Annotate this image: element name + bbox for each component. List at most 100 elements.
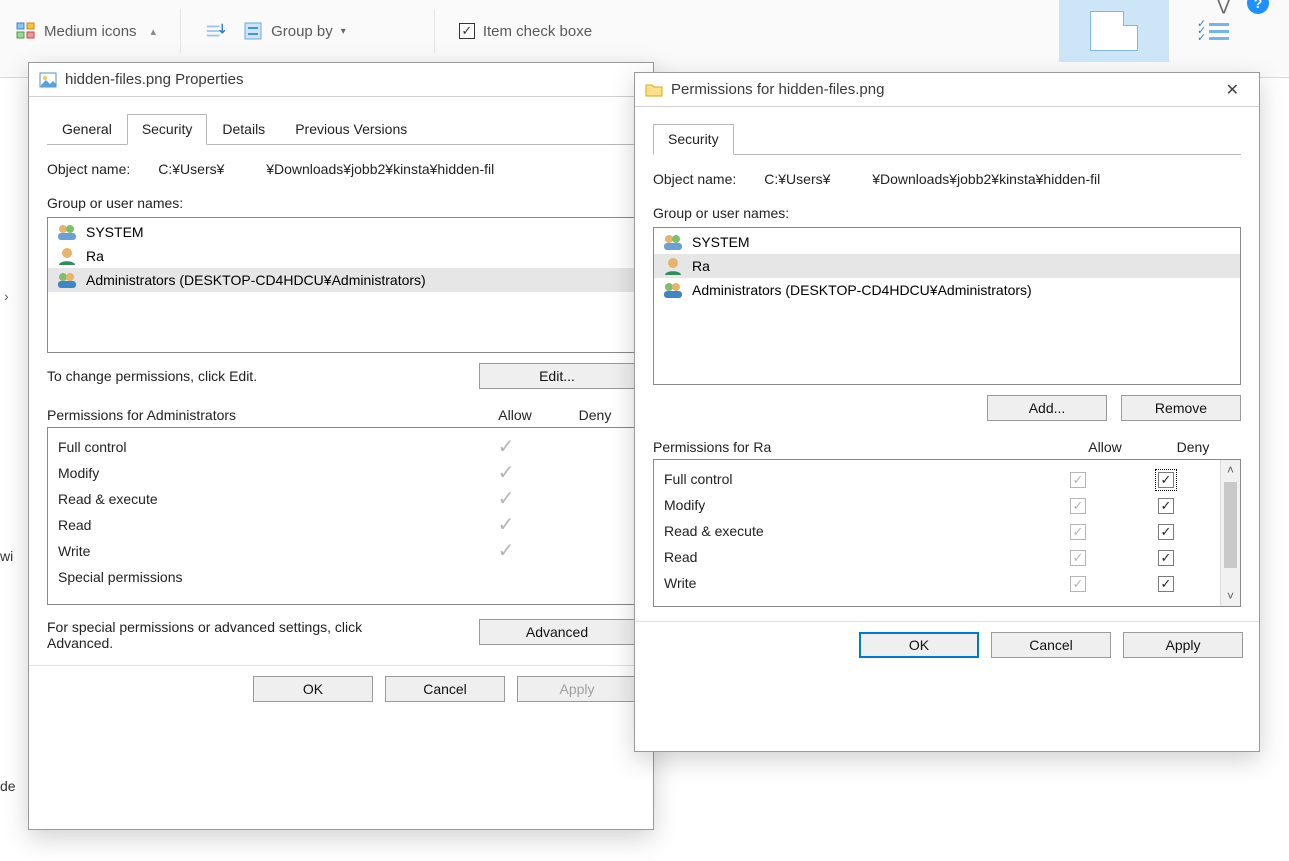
- apply-button[interactable]: Apply: [1123, 632, 1243, 658]
- permission-row: Write✓: [58, 538, 626, 564]
- scroll-up-icon[interactable]: ˄: [1221, 460, 1240, 480]
- image-file-icon: [39, 71, 57, 89]
- permission-row: Special permissions: [58, 564, 626, 590]
- cancel-button[interactable]: Cancel: [385, 676, 505, 702]
- permission-name: Write: [58, 543, 466, 559]
- cancel-button[interactable]: Cancel: [991, 632, 1111, 658]
- allow-checkbox[interactable]: [1070, 524, 1086, 540]
- object-name-label: Object name:: [653, 171, 736, 187]
- group-users-list[interactable]: SYSTEM Ra Administrators (DESKTOP-CD4HDCU¥…: [653, 227, 1241, 385]
- permission-name: Full control: [664, 471, 1038, 487]
- sortby-control[interactable]: [205, 22, 225, 40]
- user-name: Administrators (DESKTOP-CD4HDCU¥Administ…: [86, 272, 426, 288]
- permission-name: Modify: [664, 497, 1038, 513]
- user-list-item[interactable]: Ra: [654, 254, 1240, 278]
- permission-row: Full control: [664, 466, 1214, 492]
- allow-column-label: Allow: [1065, 439, 1145, 455]
- dropdown-up-icon[interactable]: ▴: [145, 25, 157, 38]
- user-list-item[interactable]: Administrators (DESKTOP-CD4HDCU¥Administ…: [654, 278, 1240, 302]
- partial-text: de: [0, 778, 16, 794]
- allow-column-label: Allow: [475, 407, 555, 423]
- scrollbar[interactable]: ˄ ˅: [1220, 460, 1240, 606]
- deny-checkbox[interactable]: [1158, 524, 1174, 540]
- checkbox-icon[interactable]: [459, 23, 475, 39]
- allow-indicator: ✓: [466, 515, 546, 535]
- permission-name: Modify: [58, 465, 466, 481]
- advanced-button[interactable]: Advanced: [479, 619, 635, 645]
- permission-name: Write: [664, 575, 1038, 591]
- options-control[interactable]: [1199, 19, 1229, 44]
- allow-checkbox[interactable]: [1070, 472, 1086, 488]
- user-list-item[interactable]: SYSTEM: [654, 230, 1240, 254]
- allow-checkbox[interactable]: [1070, 498, 1086, 514]
- scroll-thumb[interactable]: [1224, 482, 1237, 568]
- groupby-control[interactable]: Group by ▾: [243, 22, 346, 40]
- user-list-item[interactable]: SYSTEM: [48, 220, 634, 244]
- permissions-tabs: Security: [653, 123, 1241, 155]
- user-list-item[interactable]: Administrators (DESKTOP-CD4HDCU¥Administ…: [48, 268, 634, 292]
- check-icon: ✓: [498, 514, 515, 536]
- user-name: Ra: [692, 258, 710, 274]
- permission-name: Read & execute: [664, 523, 1038, 539]
- permission-name: Read: [58, 517, 466, 533]
- user-name: SYSTEM: [86, 224, 144, 240]
- sort-icon: [205, 22, 225, 40]
- remove-button[interactable]: Remove: [1121, 395, 1241, 421]
- permission-name: Read & execute: [58, 491, 466, 507]
- permission-name: Full control: [58, 439, 466, 455]
- deny-checkbox[interactable]: [1158, 576, 1174, 592]
- user-list-item[interactable]: Ra: [48, 244, 634, 268]
- object-path: C:¥Users¥ ¥Downloads¥jobb2¥kinsta¥hidden…: [764, 171, 1100, 187]
- permissions-titlebar[interactable]: Permissions for hidden-files.png ✕: [635, 73, 1259, 107]
- user-icon: [56, 271, 78, 289]
- close-icon[interactable]: ✕: [1216, 74, 1249, 106]
- item-checkboxes-toggle[interactable]: Item check boxe: [459, 23, 592, 40]
- permission-row: Modify✓: [58, 460, 626, 486]
- deny-checkbox[interactable]: [1158, 550, 1174, 566]
- permissions-for-label: Permissions for Administrators: [47, 407, 475, 423]
- dropdown-icon[interactable]: ▾: [341, 26, 346, 37]
- permissions-dialog: Permissions for hidden-files.png ✕ Secur…: [634, 72, 1260, 752]
- user-icon: [662, 257, 684, 275]
- group-users-list[interactable]: SYSTEM Ra Administrators (DESKTOP-CD4HDCU¥…: [47, 217, 635, 353]
- explorer-left-gutter: › wi de: [0, 78, 28, 861]
- add-button[interactable]: Add...: [987, 395, 1107, 421]
- breadcrumb-back-icon[interactable]: ›: [4, 288, 9, 304]
- ribbon-hide-selected[interactable]: [1059, 0, 1169, 62]
- deny-checkbox[interactable]: [1158, 498, 1174, 514]
- document-icon: [1090, 11, 1138, 51]
- allow-indicator: ✓: [466, 489, 546, 509]
- tab-previous-versions[interactable]: Previous Versions: [280, 114, 422, 145]
- group-users-label: Group or user names:: [653, 205, 1241, 221]
- tab-security[interactable]: Security: [653, 124, 734, 155]
- ok-button[interactable]: OK: [253, 676, 373, 702]
- user-icon: [662, 281, 684, 299]
- allow-indicator: ✓: [466, 437, 546, 457]
- user-name: Ra: [86, 248, 104, 264]
- tab-security[interactable]: Security: [127, 114, 208, 145]
- tab-general[interactable]: General: [47, 114, 127, 145]
- permission-row: Read ✓: [58, 512, 626, 538]
- deny-checkbox[interactable]: [1158, 472, 1174, 488]
- advanced-hint: For special permissions or advanced sett…: [47, 619, 407, 651]
- window-caption-close-icon: ⋁: [1216, 0, 1231, 15]
- properties-tabs: General Security Details Previous Versio…: [47, 113, 635, 145]
- edit-button[interactable]: Edit...: [479, 363, 635, 389]
- apply-button[interactable]: Apply: [517, 676, 637, 702]
- allow-checkbox[interactable]: [1070, 550, 1086, 566]
- scroll-down-icon[interactable]: ˅: [1221, 586, 1240, 606]
- properties-titlebar[interactable]: hidden-files.png Properties: [29, 63, 653, 97]
- object-path: C:¥Users¥ ¥Downloads¥jobb2¥kinsta¥hidden…: [158, 161, 494, 177]
- permission-name: Read: [664, 549, 1038, 565]
- layout-medium-icons[interactable]: Medium icons ▴: [16, 22, 156, 40]
- ok-button[interactable]: OK: [859, 632, 979, 658]
- groupby-label: Group by: [271, 23, 333, 40]
- permission-row: Modify: [664, 492, 1214, 518]
- permissions-title: Permissions for hidden-files.png: [671, 81, 884, 98]
- tab-details[interactable]: Details: [207, 114, 280, 145]
- properties-footer: OK Cancel Apply: [29, 665, 653, 716]
- options-icon: [1199, 19, 1229, 44]
- allow-checkbox[interactable]: [1070, 576, 1086, 592]
- permissions-readonly-list: Full control✓Modify✓Read & execute✓Read✓…: [47, 427, 635, 605]
- edit-hint: To change permissions, click Edit.: [47, 368, 257, 384]
